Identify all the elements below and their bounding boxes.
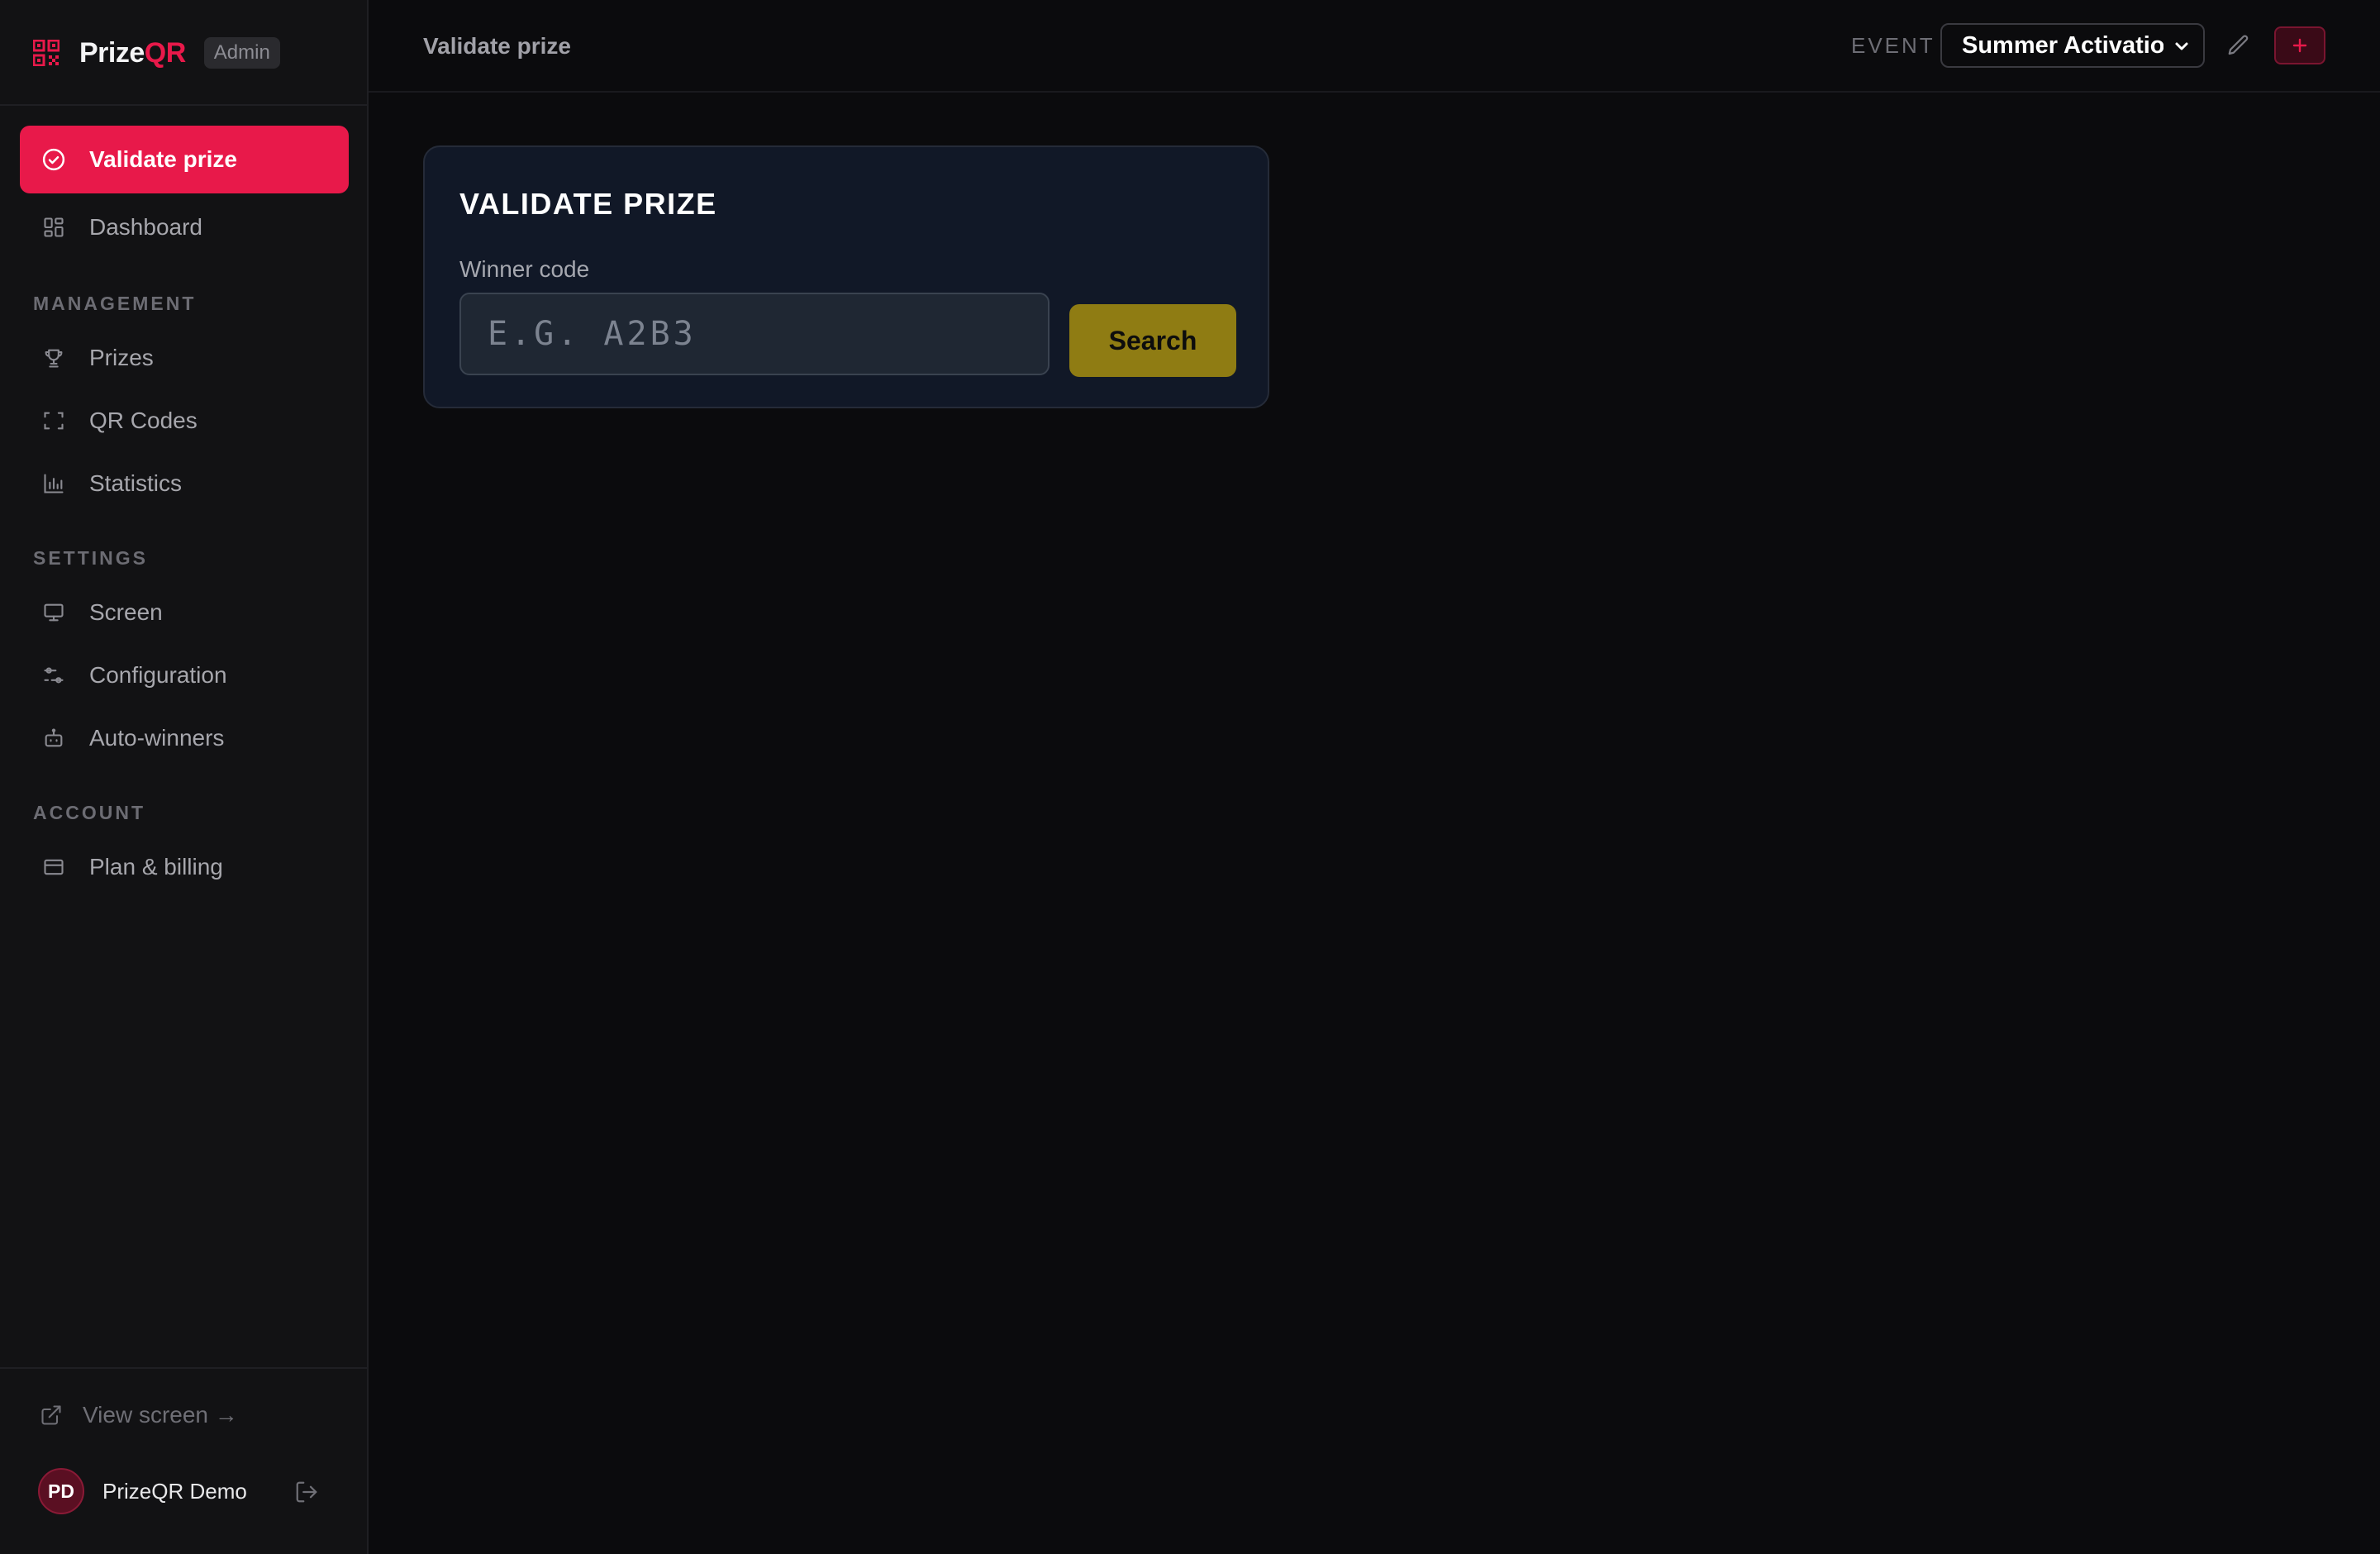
sidebar: PrizeQR Admin Validate prize Dashboard M… (0, 0, 369, 1554)
sidebar-item-label: Validate prize (89, 146, 237, 172)
event-select[interactable]: Summer Activation (1940, 23, 2205, 68)
card-title: VALIDATE PRIZE (459, 187, 717, 221)
sidebar-item-label: Configuration (89, 662, 227, 688)
sidebar-item-screen[interactable]: Screen (20, 579, 349, 646)
sidebar-item-validate-prize[interactable]: Validate prize (20, 126, 349, 193)
chevron-down-icon (2175, 42, 2188, 50)
sidebar-item-configuration[interactable]: Configuration (20, 641, 349, 709)
scan-icon (41, 408, 66, 433)
sidebar-item-plan-billing[interactable]: Plan & billing (20, 833, 349, 901)
edit-event-icon[interactable] (2226, 33, 2251, 58)
plus-icon (2292, 38, 2307, 53)
sidebar-item-label: Statistics (89, 470, 183, 496)
sidebar-item-label: Prizes (89, 345, 154, 370)
view-screen-link[interactable]: View screen → (40, 1402, 238, 1428)
bot-icon (41, 726, 66, 751)
sliders-icon (41, 663, 66, 688)
credit-card-icon (41, 855, 66, 879)
section-title-management: MANAGEMENT (33, 293, 197, 314)
page-title: Validate prize (423, 33, 571, 59)
sidebar-item-label: Auto-winners (89, 725, 225, 751)
sidebar-item-label: QR Codes (89, 408, 198, 433)
event-select-value: Summer Activation (1962, 31, 2163, 59)
section-title-settings: SETTINGS (33, 547, 149, 569)
divider (0, 104, 367, 106)
trophy-icon (41, 346, 66, 370)
logout-icon[interactable] (294, 1480, 319, 1504)
sidebar-item-qr-codes[interactable]: QR Codes (20, 387, 349, 455)
validate-prize-card: VALIDATE PRIZE Winner code Search (423, 145, 1269, 408)
sidebar-item-label: Screen (89, 599, 163, 625)
qr-logo-icon (33, 40, 60, 66)
sidebar-item-label: Plan & billing (89, 854, 223, 879)
divider (0, 1367, 367, 1369)
top-bar: Validate prize EVENT Summer Activation (369, 0, 2380, 93)
bar-chart-icon (41, 471, 66, 496)
sidebar-item-prizes[interactable]: Prizes (20, 324, 349, 392)
sidebar-item-label: Dashboard (89, 214, 202, 240)
winner-code-label: Winner code (459, 256, 590, 282)
add-event-button[interactable] (2274, 26, 2325, 64)
sidebar-item-auto-winners[interactable]: Auto-winners (20, 704, 349, 772)
brand[interactable]: PrizeQR Admin (33, 35, 280, 71)
sidebar-item-dashboard[interactable]: Dashboard (20, 193, 349, 261)
sidebar-item-statistics[interactable]: Statistics (20, 450, 349, 517)
section-title-account: ACCOUNT (33, 802, 145, 823)
external-link-icon (41, 1405, 61, 1425)
user-name: PrizeQR Demo (102, 1478, 247, 1504)
monitor-icon (41, 600, 66, 625)
search-button[interactable]: Search (1069, 304, 1236, 377)
view-screen-label: View screen → (83, 1402, 238, 1428)
avatar: PD (38, 1468, 84, 1514)
brand-name: PrizeQR (79, 36, 186, 69)
user-profile[interactable]: PD PrizeQR Demo (38, 1468, 247, 1514)
check-circle-icon (41, 147, 66, 172)
dashboard-icon (41, 215, 66, 240)
event-label: EVENT (1851, 33, 1935, 58)
admin-badge: Admin (203, 37, 280, 69)
winner-code-input[interactable] (459, 293, 1050, 375)
